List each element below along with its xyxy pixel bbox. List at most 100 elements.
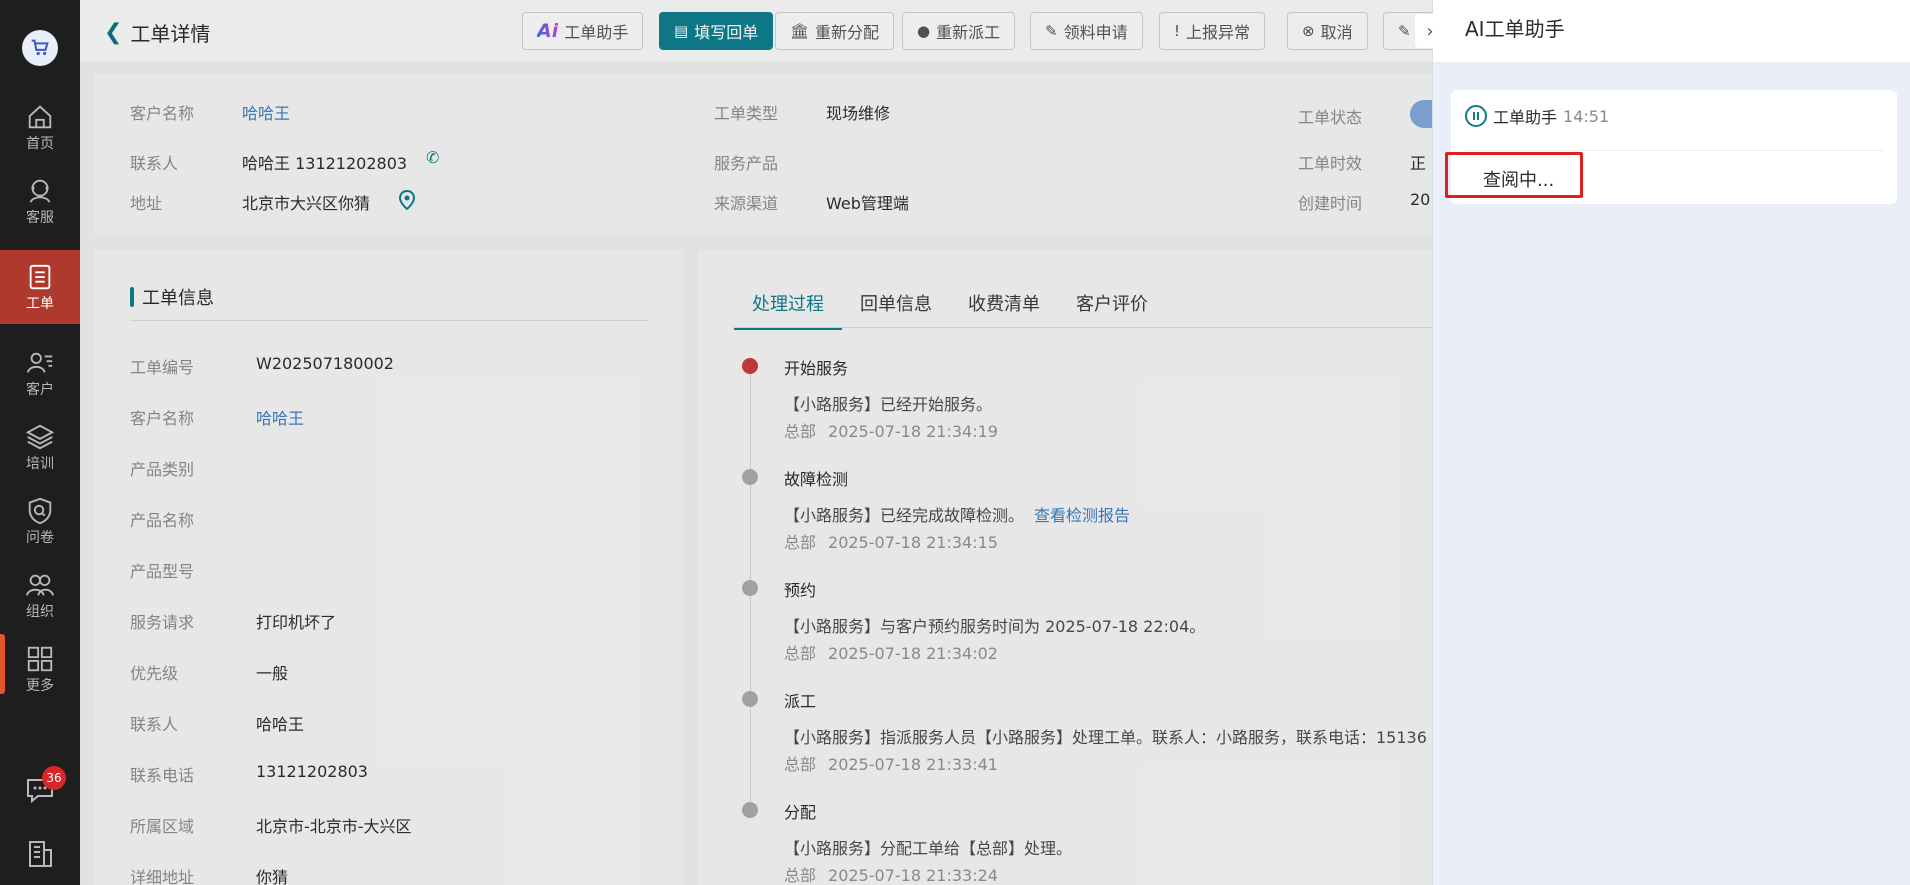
timeline-desc-text: 【小路服务】指派服务人员【小路服务】处理工单。联系人：小路服务，联系电话：151… xyxy=(784,728,1427,747)
info-value: 打印机坏了 xyxy=(256,613,337,632)
tab-process[interactable]: 处理过程 xyxy=(734,280,842,330)
tab-charges[interactable]: 收费清单 xyxy=(950,280,1058,330)
info-label: 工单编号 xyxy=(130,358,195,377)
ai-helper-label: 工单助手 xyxy=(564,23,629,42)
message-header: 工单助手 14:51 xyxy=(1465,104,1609,128)
timeline-desc: 【小路服务】指派服务人员【小路服务】处理工单。联系人：小路服务，联系电话：151… xyxy=(784,724,1427,748)
side-nav: 首页 客服 工单 客户 培训 问卷 组织 更多 36 xyxy=(0,0,80,885)
ai-helper-button[interactable]: Ai 工单助手 xyxy=(522,12,644,50)
customer-label: 客户名称 xyxy=(130,104,195,123)
back-button[interactable]: ❮ 工单详情 xyxy=(104,18,210,47)
timeline-meta: 总部 2025-07-18 21:33:41 xyxy=(784,751,998,775)
timeline-meta: 总部 2025-07-18 21:34:02 xyxy=(784,640,998,664)
info-label: 产品型号 xyxy=(130,562,195,581)
message-sender: 工单助手 xyxy=(1493,108,1558,127)
timeline-dot xyxy=(742,691,758,707)
pause-icon[interactable] xyxy=(1465,105,1487,127)
info-label: 联系人 xyxy=(130,715,179,734)
report-issue-button[interactable]: ! 上报异常 xyxy=(1159,12,1266,50)
nav-label: 工单 xyxy=(26,296,54,312)
edit-icon: ✎ xyxy=(1045,22,1058,40)
timeline-org: 总部 xyxy=(784,866,817,885)
location-pin-icon[interactable] xyxy=(398,190,416,210)
redispatch-button[interactable]: ● 重新派工 xyxy=(902,12,1016,50)
nav-item-more[interactable]: 更多 xyxy=(0,632,80,706)
timeline-org: 总部 xyxy=(784,755,817,774)
timeline-dot xyxy=(742,358,758,374)
timeline-meta: 总部 2025-07-18 21:34:15 xyxy=(784,529,998,553)
message-time: 14:51 xyxy=(1563,106,1610,126)
timeline-connector xyxy=(750,374,751,469)
collapse-drawer-button[interactable]: › xyxy=(1415,14,1445,48)
timeline-time: 2025-07-18 21:34:15 xyxy=(828,533,998,552)
redispatch-label: 重新派工 xyxy=(936,23,1001,42)
home-icon xyxy=(28,105,52,129)
info-value: 13121202803 xyxy=(256,762,368,781)
report-issue-label: 上报异常 xyxy=(1186,23,1251,42)
info-value-link[interactable]: 哈哈王 xyxy=(256,405,304,429)
status-badge xyxy=(1410,100,1432,128)
info-value: W202507180002 xyxy=(256,354,394,373)
info-value: 一般 xyxy=(256,664,289,683)
cancel-button[interactable]: ⊗ 取消 xyxy=(1287,12,1368,50)
timeline-title: 故障检测 xyxy=(784,470,849,489)
timeline-desc-text: 【小路服务】与客户预约服务时间为 2025-07-18 22:04。 xyxy=(784,617,1206,636)
timeline-org: 总部 xyxy=(784,644,817,663)
timeline-meta: 总部 2025-07-18 21:33:24 xyxy=(784,862,998,885)
timeline-desc-text: 【小路服务】分配工单给【总部】处理。 xyxy=(784,839,1073,858)
timeline-time: 2025-07-18 21:34:02 xyxy=(828,644,998,663)
nav-label: 首页 xyxy=(26,136,54,152)
timeline-connector xyxy=(750,485,751,580)
summary-card: 客户名称 哈哈王 联系人 哈哈王 13121202803 ✆ 地址 北京市大兴区… xyxy=(94,74,1432,236)
nav-item-customer[interactable]: 客户 xyxy=(0,336,80,410)
cart-logo-icon[interactable] xyxy=(22,30,58,66)
tab-reply[interactable]: 回单信息 xyxy=(842,280,950,330)
reassign-button[interactable]: 🏛 重新分配 xyxy=(775,12,895,50)
nav-item-training[interactable]: 培训 xyxy=(0,410,80,484)
ai-icon: Ai xyxy=(537,20,559,42)
ai-assistant-drawer: › AI工单助手 工单助手 14:51 查阅中... xyxy=(1415,0,1910,885)
nav-item-org[interactable]: 组织 xyxy=(0,558,80,632)
highlight-box xyxy=(1445,152,1583,198)
exclamation-icon: ! xyxy=(1174,22,1181,40)
nav-item-service[interactable]: 客服 xyxy=(0,164,80,238)
channel-label: 来源渠道 xyxy=(714,194,779,213)
ticket-icon xyxy=(29,264,51,290)
nav-item-survey[interactable]: 问卷 xyxy=(0,484,80,558)
nav-item-home[interactable]: 首页 xyxy=(0,90,80,164)
timeline-title: 预约 xyxy=(784,581,817,600)
timeline-time: 2025-07-18 21:34:19 xyxy=(828,422,998,441)
product-label: 服务产品 xyxy=(714,154,779,173)
info-label: 产品名称 xyxy=(130,511,195,530)
info-value: 你猜 xyxy=(256,868,289,885)
info-label: 优先级 xyxy=(130,664,179,683)
nav-label: 客户 xyxy=(26,382,54,398)
cancel-label: 取消 xyxy=(1320,23,1353,42)
timeline-desc: 【小路服务】已经完成故障检测。 查看检测报告 xyxy=(784,502,1130,526)
view-report-link[interactable]: 查看检测报告 xyxy=(1034,506,1130,525)
contact-value: 哈哈王 13121202803 xyxy=(242,154,408,173)
info-label: 客户名称 xyxy=(130,409,195,428)
fill-reply-button[interactable]: ▤ 填写回单 xyxy=(659,12,774,50)
chat-badge: 36 xyxy=(42,766,66,790)
building-icon[interactable] xyxy=(24,838,56,870)
nav-edge-indicator xyxy=(0,634,5,694)
customer-link[interactable]: 哈哈王 xyxy=(242,100,290,124)
tab-review[interactable]: 客户评价 xyxy=(1058,280,1166,330)
phone-icon[interactable]: ✆ xyxy=(426,148,439,167)
survey-shield-icon xyxy=(28,497,52,525)
channel-value: Web管理端 xyxy=(826,194,909,213)
nav-item-ticket[interactable]: 工单 xyxy=(0,250,80,324)
type-value: 现场维修 xyxy=(826,104,891,123)
process-card: 处理过程 回单信息 收费清单 客户评价 开始服务 【小路服务】已经开始服务。 总部 2… xyxy=(698,250,1432,885)
material-request-button[interactable]: ✎ 领料申请 xyxy=(1030,12,1143,50)
timeline-desc-text: 【小路服务】已经开始服务。 xyxy=(784,395,993,414)
nav-label: 更多 xyxy=(26,678,54,694)
headset-icon xyxy=(29,179,51,203)
process-tabs: 处理过程 回单信息 收费清单 客户评价 xyxy=(734,280,1166,330)
layers-icon xyxy=(25,424,55,450)
material-request-label: 领料申请 xyxy=(1063,23,1128,42)
tabs-divider xyxy=(734,327,1432,328)
timeline-connector xyxy=(750,596,751,691)
nav-label: 客服 xyxy=(26,210,54,226)
